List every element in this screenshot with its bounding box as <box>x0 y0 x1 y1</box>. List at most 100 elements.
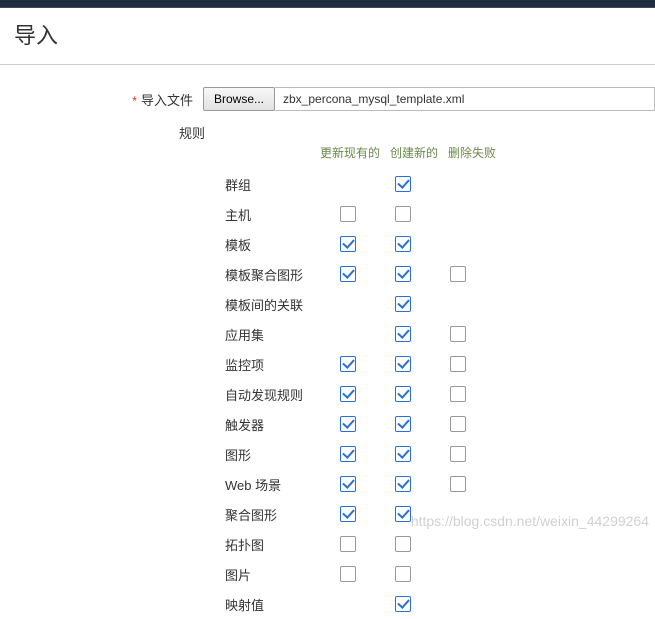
checkbox-update[interactable] <box>340 506 356 522</box>
rule-label: 群组 <box>0 175 320 194</box>
checkbox-cell-update <box>320 356 375 372</box>
checkbox-cell-create <box>375 296 430 312</box>
rule-row: 主机 <box>0 199 655 229</box>
checkbox-cell-delete <box>430 446 485 462</box>
checkbox-cell-create <box>375 236 430 252</box>
checkbox-cell-update <box>320 536 375 552</box>
browse-button[interactable]: Browse... <box>203 87 275 111</box>
rule-row: 图片 <box>0 559 655 589</box>
checkbox-delete[interactable] <box>450 446 466 462</box>
checkbox-cell-create <box>375 206 430 222</box>
checkbox-cell-create <box>375 476 430 492</box>
checkbox-update[interactable] <box>340 566 356 582</box>
checkbox-create[interactable] <box>395 176 411 192</box>
col-update-header: 更新现有的 <box>320 144 380 161</box>
file-name-display[interactable]: zbx_percona_mysql_template.xml <box>275 87 655 111</box>
rule-label: 应用集 <box>0 325 320 344</box>
rule-row: 模板 <box>0 229 655 259</box>
rule-label: 图片 <box>0 565 320 584</box>
checkbox-create[interactable] <box>395 296 411 312</box>
checkbox-cell-delete <box>430 266 485 282</box>
top-bar <box>0 0 655 8</box>
rule-label: 映射值 <box>0 595 320 614</box>
rule-label: 监控项 <box>0 355 320 374</box>
rules-list: 群组主机模板模板聚合图形模板间的关联应用集监控项自动发现规则触发器图形 Web 场… <box>0 169 655 619</box>
rule-label: 模板间的关联 <box>0 295 320 314</box>
rules-label: 规则 <box>0 121 215 142</box>
checkbox-cell-update <box>320 476 375 492</box>
rule-label: 拓扑图 <box>0 535 320 554</box>
checkbox-create[interactable] <box>395 476 411 492</box>
checkbox-cell-update <box>320 446 375 462</box>
checkbox-delete[interactable] <box>450 476 466 492</box>
checkbox-cell-create <box>375 506 430 522</box>
checkbox-cell-delete <box>430 476 485 492</box>
rule-row: 图形 <box>0 439 655 469</box>
rule-row: 拓扑图 <box>0 529 655 559</box>
checkbox-create[interactable] <box>395 386 411 402</box>
checkbox-update[interactable] <box>340 446 356 462</box>
rule-row: 映射值 <box>0 589 655 619</box>
checkbox-cell-create <box>375 446 430 462</box>
rule-label: 触发器 <box>0 415 320 434</box>
rule-row: 模板间的关联 <box>0 289 655 319</box>
checkbox-cell-update <box>320 266 375 282</box>
checkbox-cell-delete <box>430 416 485 432</box>
import-form: 导入文件 Browse... zbx_percona_mysql_templat… <box>0 65 655 619</box>
checkbox-delete[interactable] <box>450 266 466 282</box>
checkbox-update[interactable] <box>340 386 356 402</box>
checkbox-cell-create <box>375 596 430 612</box>
checkbox-delete[interactable] <box>450 356 466 372</box>
checkbox-cell-delete <box>430 356 485 372</box>
checkbox-create[interactable] <box>395 416 411 432</box>
checkbox-delete[interactable] <box>450 326 466 342</box>
checkbox-delete[interactable] <box>450 386 466 402</box>
file-input-wrap: Browse... zbx_percona_mysql_template.xml <box>203 87 655 111</box>
checkbox-cell-update <box>320 416 375 432</box>
checkbox-create[interactable] <box>395 446 411 462</box>
checkbox-update[interactable] <box>340 416 356 432</box>
checkbox-cell-create <box>375 176 430 192</box>
checkbox-cell-delete <box>430 386 485 402</box>
checkbox-cell-create <box>375 266 430 282</box>
rule-row: Web 场景 <box>0 469 655 499</box>
checkbox-delete[interactable] <box>450 416 466 432</box>
import-file-label: 导入文件 <box>0 90 203 109</box>
rule-label: 模板聚合图形 <box>0 265 320 284</box>
checkbox-create[interactable] <box>395 596 411 612</box>
rule-row: 群组 <box>0 169 655 199</box>
checkbox-cell-update <box>320 506 375 522</box>
rules-header-row: 规则 <box>0 121 655 142</box>
rule-label: 模板 <box>0 235 320 254</box>
rule-label: 图形 <box>0 445 320 464</box>
checkbox-cell-create <box>375 356 430 372</box>
checkbox-cell-create <box>375 326 430 342</box>
checkbox-cell-update <box>320 206 375 222</box>
checkbox-update[interactable] <box>340 476 356 492</box>
checkbox-update[interactable] <box>340 236 356 252</box>
checkbox-create[interactable] <box>395 206 411 222</box>
rule-row: 触发器 <box>0 409 655 439</box>
checkbox-cell-create <box>375 416 430 432</box>
checkbox-create[interactable] <box>395 506 411 522</box>
checkbox-create[interactable] <box>395 356 411 372</box>
checkbox-update[interactable] <box>340 356 356 372</box>
rule-row: 监控项 <box>0 349 655 379</box>
rule-label: Web 场景 <box>0 475 320 494</box>
col-create-header: 创建新的 <box>390 144 438 161</box>
checkbox-create[interactable] <box>395 266 411 282</box>
checkbox-cell-create <box>375 536 430 552</box>
checkbox-update[interactable] <box>340 536 356 552</box>
checkbox-create[interactable] <box>395 326 411 342</box>
checkbox-update[interactable] <box>340 206 356 222</box>
rule-label: 主机 <box>0 205 320 224</box>
checkbox-create[interactable] <box>395 236 411 252</box>
rules-columns-header: 更新现有的 创建新的 删除失败 <box>0 144 655 161</box>
import-file-row: 导入文件 Browse... zbx_percona_mysql_templat… <box>0 87 655 111</box>
rule-row: 自动发现规则 <box>0 379 655 409</box>
checkbox-update[interactable] <box>340 266 356 282</box>
checkbox-create[interactable] <box>395 566 411 582</box>
col-delete-header: 删除失败 <box>448 144 496 161</box>
checkbox-cell-update <box>320 386 375 402</box>
checkbox-create[interactable] <box>395 536 411 552</box>
